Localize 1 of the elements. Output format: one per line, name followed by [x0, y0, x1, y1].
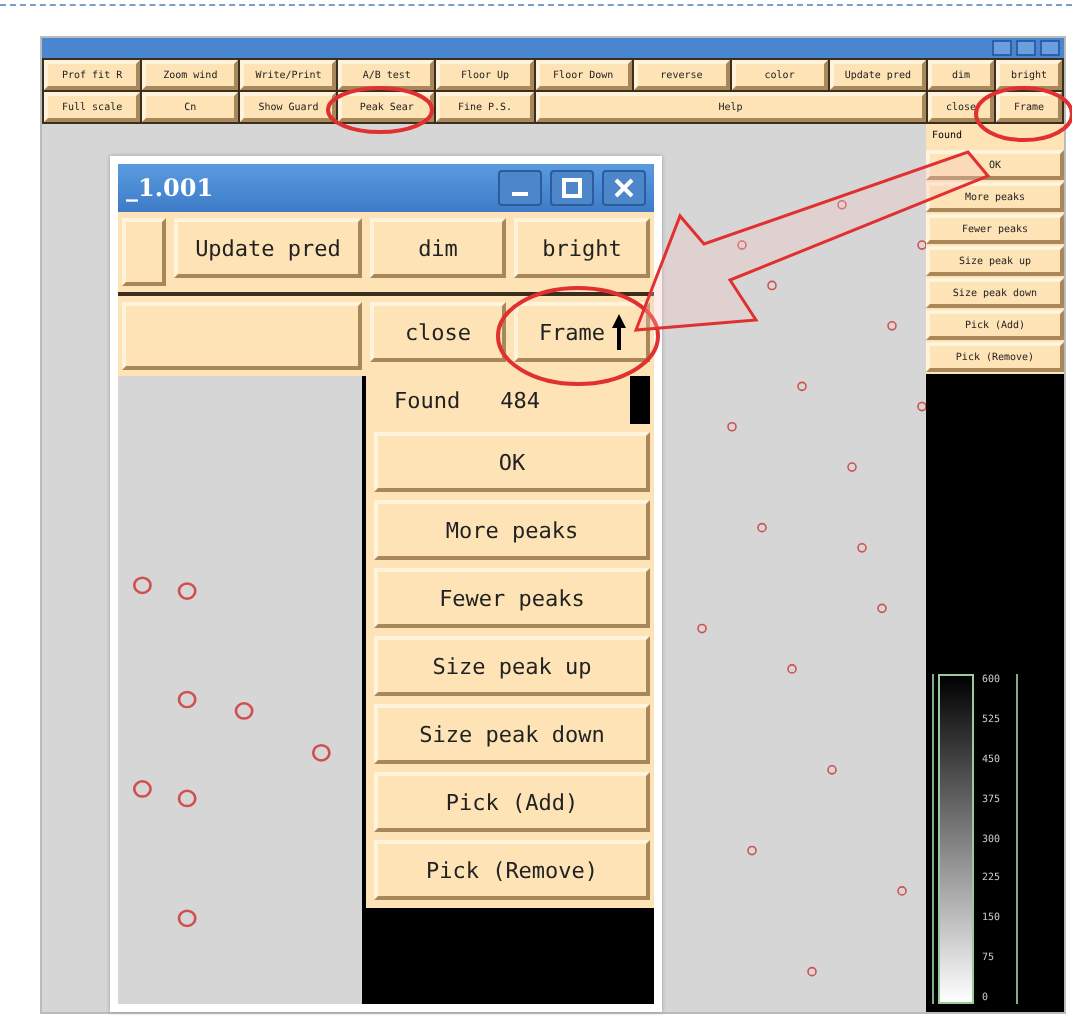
- highlight-ellipse: [326, 86, 434, 134]
